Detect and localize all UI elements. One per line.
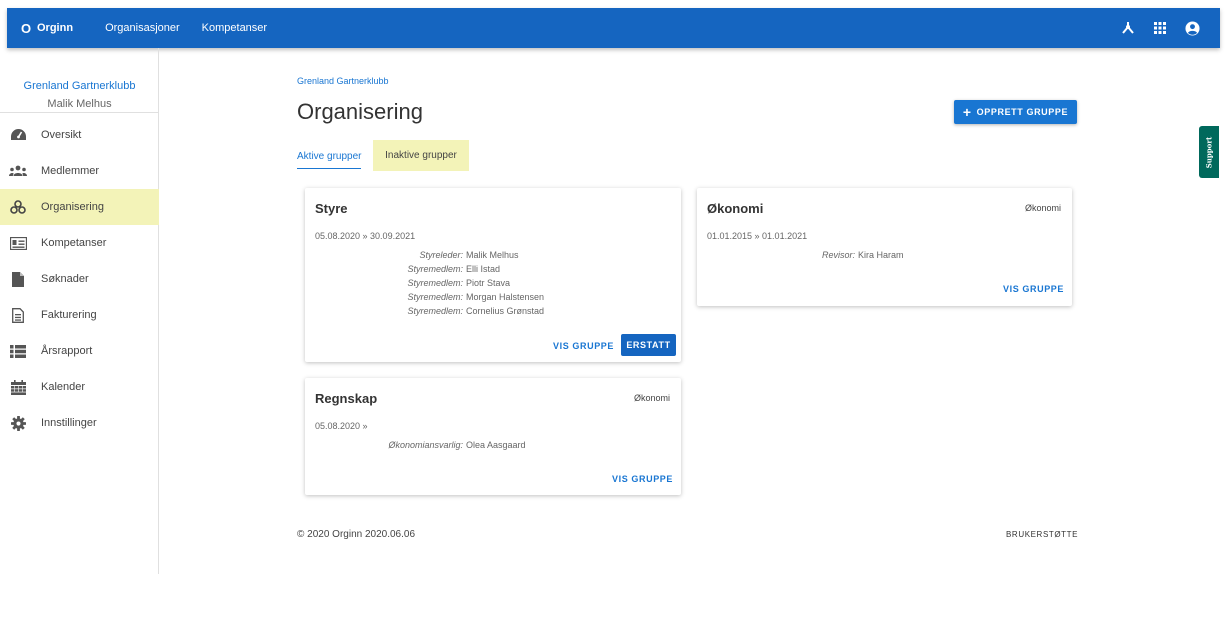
sidebar-item-soknader[interactable]: Søknader xyxy=(0,261,159,297)
hierarchy-icon[interactable] xyxy=(1120,20,1136,36)
group-title: Regnskap xyxy=(315,391,378,406)
support-tab[interactable]: Support xyxy=(1199,126,1219,178)
sidebar-item-label: Årsrapport xyxy=(41,345,93,357)
sidebar-item-oversikt[interactable]: Oversikt xyxy=(0,117,159,153)
sidebar-item-label: Organisering xyxy=(41,201,104,213)
group-card-styre: Styre 05.08.2020 » 30.09.2021 Styreleder… xyxy=(305,188,681,362)
sidebar-item-label: Innstillinger xyxy=(41,417,97,429)
member-role: Styremedlem: xyxy=(407,306,463,316)
sidebar-item-medlemmer[interactable]: Medlemmer xyxy=(0,153,159,189)
logo-mark[interactable]: O xyxy=(19,21,33,36)
member-name: Cornelius Grønstad xyxy=(466,306,545,316)
member-name: Malik Melhus xyxy=(466,250,519,260)
nav-kompetanser[interactable]: Kompetanser xyxy=(202,22,267,34)
group-tag: Økonomi xyxy=(1024,203,1061,213)
gear-icon xyxy=(9,414,27,432)
member-row: Styreleder: Malik Melhus xyxy=(375,250,519,260)
sidebar-item-arsrapport[interactable]: Årsrapport xyxy=(0,333,159,369)
tab-inactive-groups[interactable]: Inaktive grupper xyxy=(373,140,469,171)
sidebar-item-label: Fakturering xyxy=(41,309,97,321)
create-group-button[interactable]: + OPPRETT GRUPPE xyxy=(954,100,1077,124)
sidebar-item-label: Medlemmer xyxy=(41,165,100,177)
view-group-button[interactable]: VIS GRUPPE xyxy=(553,341,614,351)
member-row: Styremedlem: Morgan Halstensen xyxy=(375,292,544,302)
group-dates: 05.08.2020 » xyxy=(315,421,368,431)
create-group-label: OPPRETT GRUPPE xyxy=(976,107,1069,117)
member-name: Morgan Halstensen xyxy=(466,292,545,302)
group-card-regnskap: Regnskap Økonomi 05.08.2020 » Økonomians… xyxy=(305,378,681,495)
list-icon xyxy=(9,342,27,360)
people-icon xyxy=(9,162,27,180)
member-role: Styremedlem: xyxy=(407,292,463,302)
plus-icon: + xyxy=(962,104,972,120)
page-title: Organisering xyxy=(297,99,423,124)
member-role: Styremedlem: xyxy=(407,264,463,274)
sidebar: Grenland Gartnerklubb Malik Melhus Overs… xyxy=(0,48,159,574)
invoice-icon xyxy=(9,306,27,324)
sidebar-item-label: Kompetanser xyxy=(41,237,107,249)
sidebar-divider xyxy=(0,112,159,113)
sidebar-item-organisering[interactable]: Organisering xyxy=(0,189,159,225)
member-role: Styremedlem: xyxy=(407,278,463,288)
dashboard-icon xyxy=(9,126,27,144)
top-app-bar: O Orginn Organisasjoner Kompetanser xyxy=(7,8,1220,48)
replace-button[interactable]: ERSTATT xyxy=(621,334,676,356)
breadcrumb[interactable]: Grenland Gartnerklubb xyxy=(297,76,389,86)
member-role: Styreleder: xyxy=(419,250,463,260)
tab-active-groups[interactable]: Aktive grupper xyxy=(297,151,362,169)
sidebar-item-label: Søknader xyxy=(41,273,89,285)
group-dates: 01.01.2015 » 01.01.2021 xyxy=(707,231,808,241)
logo-text[interactable]: Orginn xyxy=(37,22,73,34)
sidebar-item-innstillinger[interactable]: Innstillinger xyxy=(0,405,159,441)
member-row: Styremedlem: Cornelius Grønstad xyxy=(375,306,544,316)
sidebar-item-label: Kalender xyxy=(41,381,86,393)
member-name: Piotr Stava xyxy=(466,278,511,288)
apps-grid-icon[interactable] xyxy=(1152,20,1168,36)
account-circle-icon[interactable] xyxy=(1184,20,1200,36)
sidebar-user-name: Malik Melhus xyxy=(47,98,112,110)
sidebar-item-fakturering[interactable]: Fakturering xyxy=(0,297,159,333)
document-icon xyxy=(9,270,27,288)
member-role: Revisor: xyxy=(821,250,855,260)
group-title: Styre xyxy=(315,201,348,216)
view-group-button[interactable]: VIS GRUPPE xyxy=(612,474,673,484)
view-group-button[interactable]: VIS GRUPPE xyxy=(1003,284,1064,294)
sidebar-item-kompetanser[interactable]: Kompetanser xyxy=(0,225,159,261)
sidebar-item-label: Oversikt xyxy=(41,129,82,141)
sidebar-org-name[interactable]: Grenland Gartnerklubb xyxy=(0,80,159,92)
group-card-okonomi: Økonomi Økonomi 01.01.2015 » 01.01.2021 … xyxy=(697,188,1072,306)
member-name: Olea Aasgaard xyxy=(466,440,526,450)
calendar-icon xyxy=(9,378,27,396)
footer-copyright: © 2020 Orginn 2020.06.06 xyxy=(297,529,416,540)
member-row: Styremedlem: Elli Istad xyxy=(375,264,500,274)
nav-organisasjoner[interactable]: Organisasjoner xyxy=(105,22,180,34)
id-card-icon xyxy=(9,234,27,252)
sidebar-item-kalender[interactable]: Kalender xyxy=(0,369,159,405)
member-name: Kira Haram xyxy=(858,250,904,260)
member-row: Økonomiansvarlig: Olea Aasgaard xyxy=(365,440,526,450)
top-icons xyxy=(1120,8,1200,48)
member-role: Økonomiansvarlig: xyxy=(388,440,463,450)
member-name: Elli Istad xyxy=(466,264,501,274)
footer-support-link[interactable]: BRUKERSTØTTE xyxy=(1006,530,1078,539)
support-tab-label: Support xyxy=(1204,136,1214,168)
organization-icon xyxy=(9,198,27,216)
group-title: Økonomi xyxy=(707,201,764,216)
member-row: Revisor: Kira Haram xyxy=(757,250,904,260)
group-tag: Økonomi xyxy=(633,393,670,403)
member-row: Styremedlem: Piotr Stava xyxy=(375,278,510,288)
group-dates: 05.08.2020 » 30.09.2021 xyxy=(315,231,416,241)
